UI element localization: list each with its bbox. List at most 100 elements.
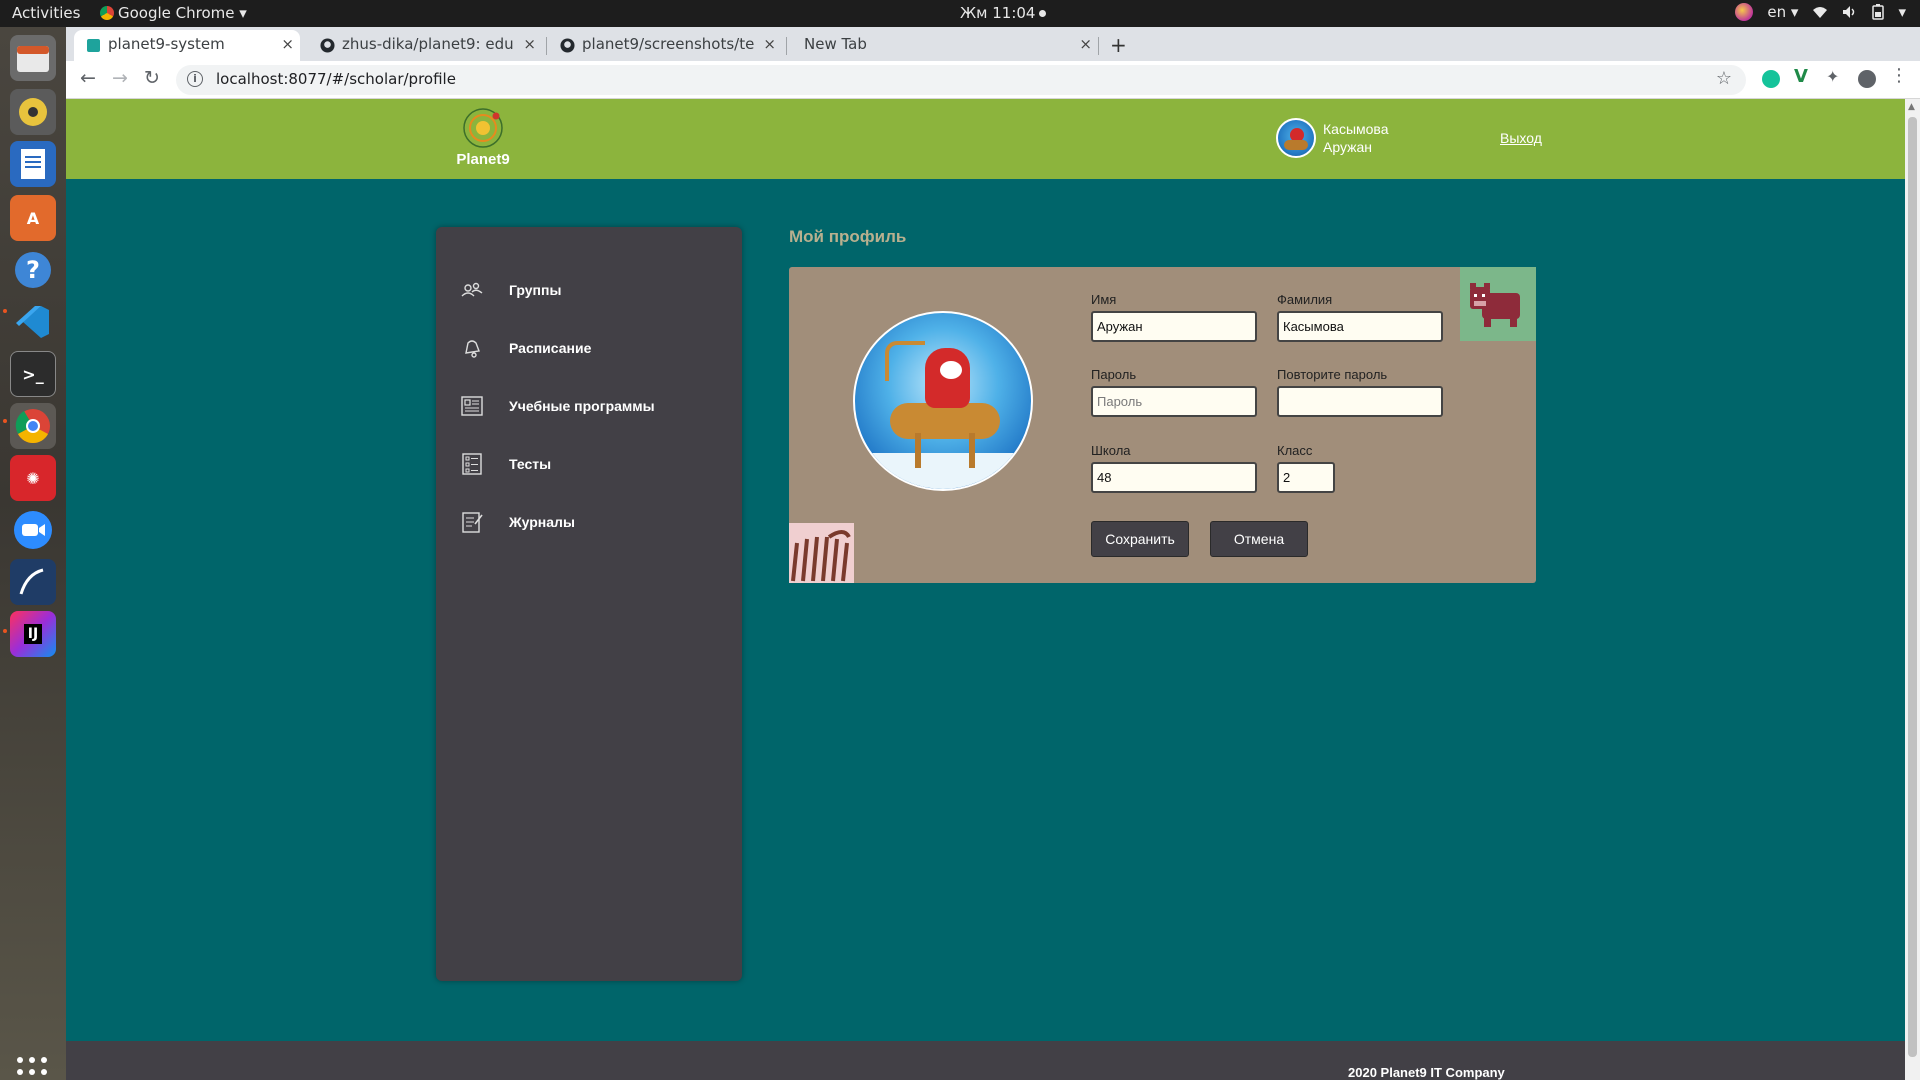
last-name-label: Фамилия [1277,292,1333,307]
groups-icon [461,282,483,297]
dock: A ? >_ ✺ IJ [0,27,66,1080]
sidebar-item-schedule[interactable]: Расписание [460,333,591,363]
repeat-password-input[interactable] [1277,386,1443,417]
site-header: Planet9 Касымова Аружан Выход [66,99,1905,179]
show-applications-icon[interactable] [17,1057,47,1080]
chrome-icon [100,6,114,20]
tab-divider [546,37,547,55]
language-selector[interactable]: en ▾ [1767,3,1798,21]
app-menu-label: Google Chrome ▾ [118,4,247,22]
mysql-workbench-launcher-icon[interactable] [10,559,56,605]
terminal-prompt-icon: >_ [22,364,44,384]
page-scrollbar[interactable]: ▲ [1905,99,1920,1080]
wifi-icon[interactable] [1812,5,1828,19]
system-menu-chevron-icon[interactable]: ▾ [1898,3,1906,21]
sidebar-item-groups[interactable]: Группы [460,275,561,305]
first-name-input[interactable] [1091,311,1257,342]
browser-menu-icon[interactable]: ⋮ [1890,65,1908,86]
sidebar-item-curricula[interactable]: Учебные программы [460,391,655,421]
first-name-label: Имя [1091,292,1117,307]
grade-label: Класс [1277,443,1313,458]
software-center-launcher-icon[interactable]: A [10,195,56,241]
chrome-launcher-icon[interactable] [10,403,56,449]
new-tab-button[interactable]: + [1110,33,1127,57]
files-launcher-icon[interactable] [10,35,56,81]
intellij-launcher-icon[interactable]: IJ [10,611,56,657]
close-tab-icon[interactable]: × [281,35,294,53]
sidebar-item-tests[interactable]: Тесты [460,449,551,479]
github-icon [320,38,335,53]
planet-logo-icon [462,107,504,149]
logout-link[interactable]: Выход [1500,130,1542,146]
page-viewport: Planet9 Касымова Аружан Выход Группы Рас… [66,99,1920,1080]
running-indicator [3,629,7,633]
planet9-favicon-icon [87,39,100,52]
reload-button[interactable]: ↻ [144,67,160,89]
rhythmbox-launcher-icon[interactable] [10,89,56,135]
back-button[interactable]: ← [80,67,96,89]
profile-card: Имя Фамилия Пароль Повторите пароль Школ… [789,267,1536,583]
firefox-indicator-icon[interactable] [1735,3,1754,21]
zoom-launcher-icon[interactable] [10,507,56,553]
bookmark-star-icon[interactable]: ☆ [1716,68,1732,89]
avatar-beard-shape [940,361,962,379]
user-name: Касымова Аружан [1323,120,1388,156]
user-first-name: Аружан [1323,139,1373,155]
last-name-input[interactable] [1277,311,1443,342]
page-title: Мой профиль [789,227,907,246]
sidebar-item-label: Расписание [509,340,592,356]
logo-text: Planet9 [456,151,510,168]
tab-github-screenshots[interactable]: planet9/screenshots/tea × [548,30,782,61]
site-info-icon[interactable]: i [187,71,203,87]
tab-title: New Tab [804,35,867,53]
github-icon [560,38,575,53]
forward-button[interactable]: → [112,67,128,89]
sidebar: Группы Расписание Учебные программы Тест… [436,227,742,981]
school-input[interactable] [1091,462,1257,493]
zebra-decoration [789,523,854,583]
clock[interactable]: Жм 11:04 [960,4,1047,22]
tab-title: planet9-system [108,35,225,53]
sidebar-item-label: Тесты [509,456,552,472]
tab-divider [786,37,787,55]
site-footer: 2020 Planet9 IT Company [66,1041,1905,1080]
bear-icon [1470,283,1520,327]
volume-icon[interactable] [1842,5,1858,19]
cancel-button[interactable]: Отмена [1210,521,1308,557]
battery-icon[interactable] [1872,4,1885,20]
user-avatar[interactable] [1276,118,1316,158]
close-tab-icon[interactable]: × [763,35,776,53]
sidebar-item-journals[interactable]: Журналы [460,507,575,537]
zebra-icon [791,530,851,582]
tab-strip: planet9-system × zhus-dika/planet9: educ… [66,27,1920,61]
vue-devtools-extension-icon[interactable]: V [1794,66,1812,87]
save-button[interactable]: Сохранить [1091,521,1189,557]
scrollbar-thumb[interactable] [1908,117,1917,1057]
avatar-antler-shape [885,341,925,381]
password-input[interactable] [1091,386,1257,417]
writer-launcher-icon[interactable] [10,141,56,187]
tab-github-repo[interactable]: zhus-dika/planet9: educa × [308,30,542,61]
activities-button[interactable]: Activities [12,4,80,22]
tab-divider [1098,37,1099,55]
extensions-puzzle-icon[interactable]: ✦ [1826,67,1844,86]
gnome-app-launcher-icon[interactable]: ✺ [10,455,56,501]
close-tab-icon[interactable]: × [523,35,536,53]
site-logo[interactable]: Planet9 [443,107,523,168]
profile-avatar-icon[interactable] [1858,70,1876,88]
profile-avatar[interactable] [853,311,1033,491]
scroll-up-arrow-icon[interactable]: ▲ [1908,102,1915,112]
help-launcher-icon[interactable]: ? [10,247,56,293]
close-tab-icon[interactable]: × [1079,35,1092,53]
terminal-launcher-icon[interactable]: >_ [10,351,56,397]
vscode-launcher-icon[interactable] [10,299,56,345]
grade-input[interactable] [1277,462,1335,493]
notification-dot [1039,10,1047,17]
app-menu[interactable]: Google Chrome ▾ [100,4,247,22]
tab-title: zhus-dika/planet9: educa [342,35,514,53]
grammarly-extension-icon[interactable] [1762,70,1780,88]
address-bar[interactable]: i localhost:8077/#/scholar/profile ☆ [176,65,1746,95]
system-tray: en ▾ ▾ [1735,3,1906,21]
tab-planet9-system[interactable]: planet9-system × [74,30,300,61]
tab-new-tab[interactable]: New Tab × [788,30,1098,61]
